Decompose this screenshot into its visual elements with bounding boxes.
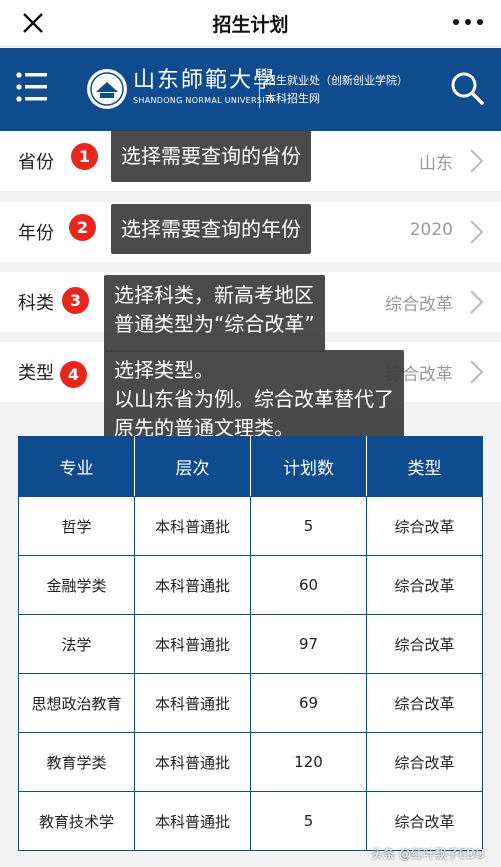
filter-label: 类型: [18, 363, 54, 384]
filter-value: 综合改革: [385, 295, 453, 315]
annotation-tooltip: 选择需要查询的年份: [111, 204, 311, 254]
column-header: 专业: [18, 436, 135, 497]
table-cell: 综合改革: [366, 496, 483, 556]
filter-label: 年份: [18, 223, 54, 244]
brand-english-name: SHANDONG NORMAL UNIVERSITY: [133, 96, 276, 105]
table-row: 法学 本科普通批 97 综合改革: [18, 614, 483, 674]
table-cell: 本科普通批: [134, 732, 251, 792]
step-badge: 2: [69, 214, 96, 241]
table-cell: 本科普通批: [134, 496, 251, 556]
table-cell: 金融学类: [18, 555, 135, 615]
table-row: 教育学类 本科普通批 120 综合改革: [18, 732, 483, 792]
enrollment-plan-table: 专业 层次 计划数 类型 哲学 本科普通批 5 综合改革 金融学类 本科普通批 …: [18, 436, 483, 851]
chevron-right-icon: [470, 360, 484, 384]
table-cell: 5: [250, 496, 367, 556]
table-row: 哲学 本科普通批 5 综合改革: [18, 496, 483, 556]
step-badge: 4: [60, 361, 87, 388]
subtitle-line-1: 招生就业处（创新创业学院）: [265, 74, 408, 87]
table-row: 金融学类 本科普通批 60 综合改革: [18, 555, 483, 615]
filter-value: 山东: [419, 154, 453, 174]
table-cell: 本科普通批: [134, 791, 251, 851]
table-cell: 综合改革: [366, 555, 483, 615]
title-bar: 招生计划: [0, 0, 501, 47]
university-emblem-icon: [87, 69, 127, 109]
column-header: 计划数: [250, 436, 367, 497]
annotation-tooltip: 选择科类，新高考地区 普通类型为“综合改革”: [104, 275, 325, 352]
table-cell: 本科普通批: [134, 673, 251, 733]
table-cell: 思想政治教育: [18, 673, 135, 733]
filter-value: 2020: [409, 220, 453, 240]
annotation-tooltip: 选择需要查询的省份: [111, 130, 311, 182]
tooltip-text: 选择类型。: [114, 358, 214, 382]
step-badge: 3: [62, 287, 89, 314]
table-row: 教育技术学 本科普通批 5 综合改革: [18, 791, 483, 851]
tooltip-text: 选择需要查询的年份: [121, 217, 301, 241]
table-row: 思想政治教育 本科普通批 69 综合改革: [18, 673, 483, 733]
page-title: 招生计划: [212, 14, 289, 36]
table-cell: 97: [250, 614, 367, 674]
column-header: 层次: [134, 436, 251, 497]
tooltip-text: 以山东省为例。综合改革替代了: [114, 387, 394, 411]
table-header-row: 专业 层次 计划数 类型: [18, 436, 483, 497]
chevron-right-icon: [470, 290, 484, 314]
brand-chinese-name: 山东師範大學: [133, 68, 278, 93]
table-cell: 本科普通批: [134, 555, 251, 615]
step-badge: 1: [71, 143, 98, 170]
table-cell: 哲学: [18, 496, 135, 556]
table-cell: 60: [250, 555, 367, 615]
table-cell: 教育技术学: [18, 791, 135, 851]
chevron-right-icon: [470, 149, 484, 173]
table-cell: 本科普通批: [134, 614, 251, 674]
subtitle-line-2: 本科招生网: [265, 92, 320, 105]
table-cell: 教育学类: [18, 732, 135, 792]
filter-label: 省份: [18, 152, 54, 173]
tooltip-text: 普通类型为“综合改革”: [114, 312, 315, 336]
table-cell: 120: [250, 732, 367, 792]
tooltip-text: 选择需要查询的省份: [121, 144, 301, 168]
more-icon[interactable]: [451, 12, 485, 32]
table-cell: 综合改革: [366, 732, 483, 792]
table-cell: 综合改革: [366, 614, 483, 674]
column-header: 类型: [366, 436, 483, 497]
table-cell: 综合改革: [366, 673, 483, 733]
filter-label: 科类: [18, 293, 54, 314]
site-banner: 山东師範大學 SHANDONG NORMAL UNIVERSITY 招生就业处（…: [0, 48, 501, 132]
university-brand[interactable]: 山东師範大學 SHANDONG NORMAL UNIVERSITY: [133, 68, 277, 105]
watermark: 头条 @红叶飘子EDU: [371, 847, 485, 861]
tooltip-text: 选择科类，新高考地区: [114, 283, 314, 307]
table-cell: 5: [250, 791, 367, 851]
chevron-right-icon: [470, 220, 484, 244]
banner-divider: [259, 72, 260, 108]
banner-subtitle: 招生就业处（创新创业学院） 本科招生网: [265, 72, 408, 108]
table-cell: 综合改革: [366, 791, 483, 851]
search-icon[interactable]: [449, 70, 485, 106]
menu-icon[interactable]: [16, 70, 48, 104]
table-cell: 法学: [18, 614, 135, 674]
table-cell: 69: [250, 673, 367, 733]
